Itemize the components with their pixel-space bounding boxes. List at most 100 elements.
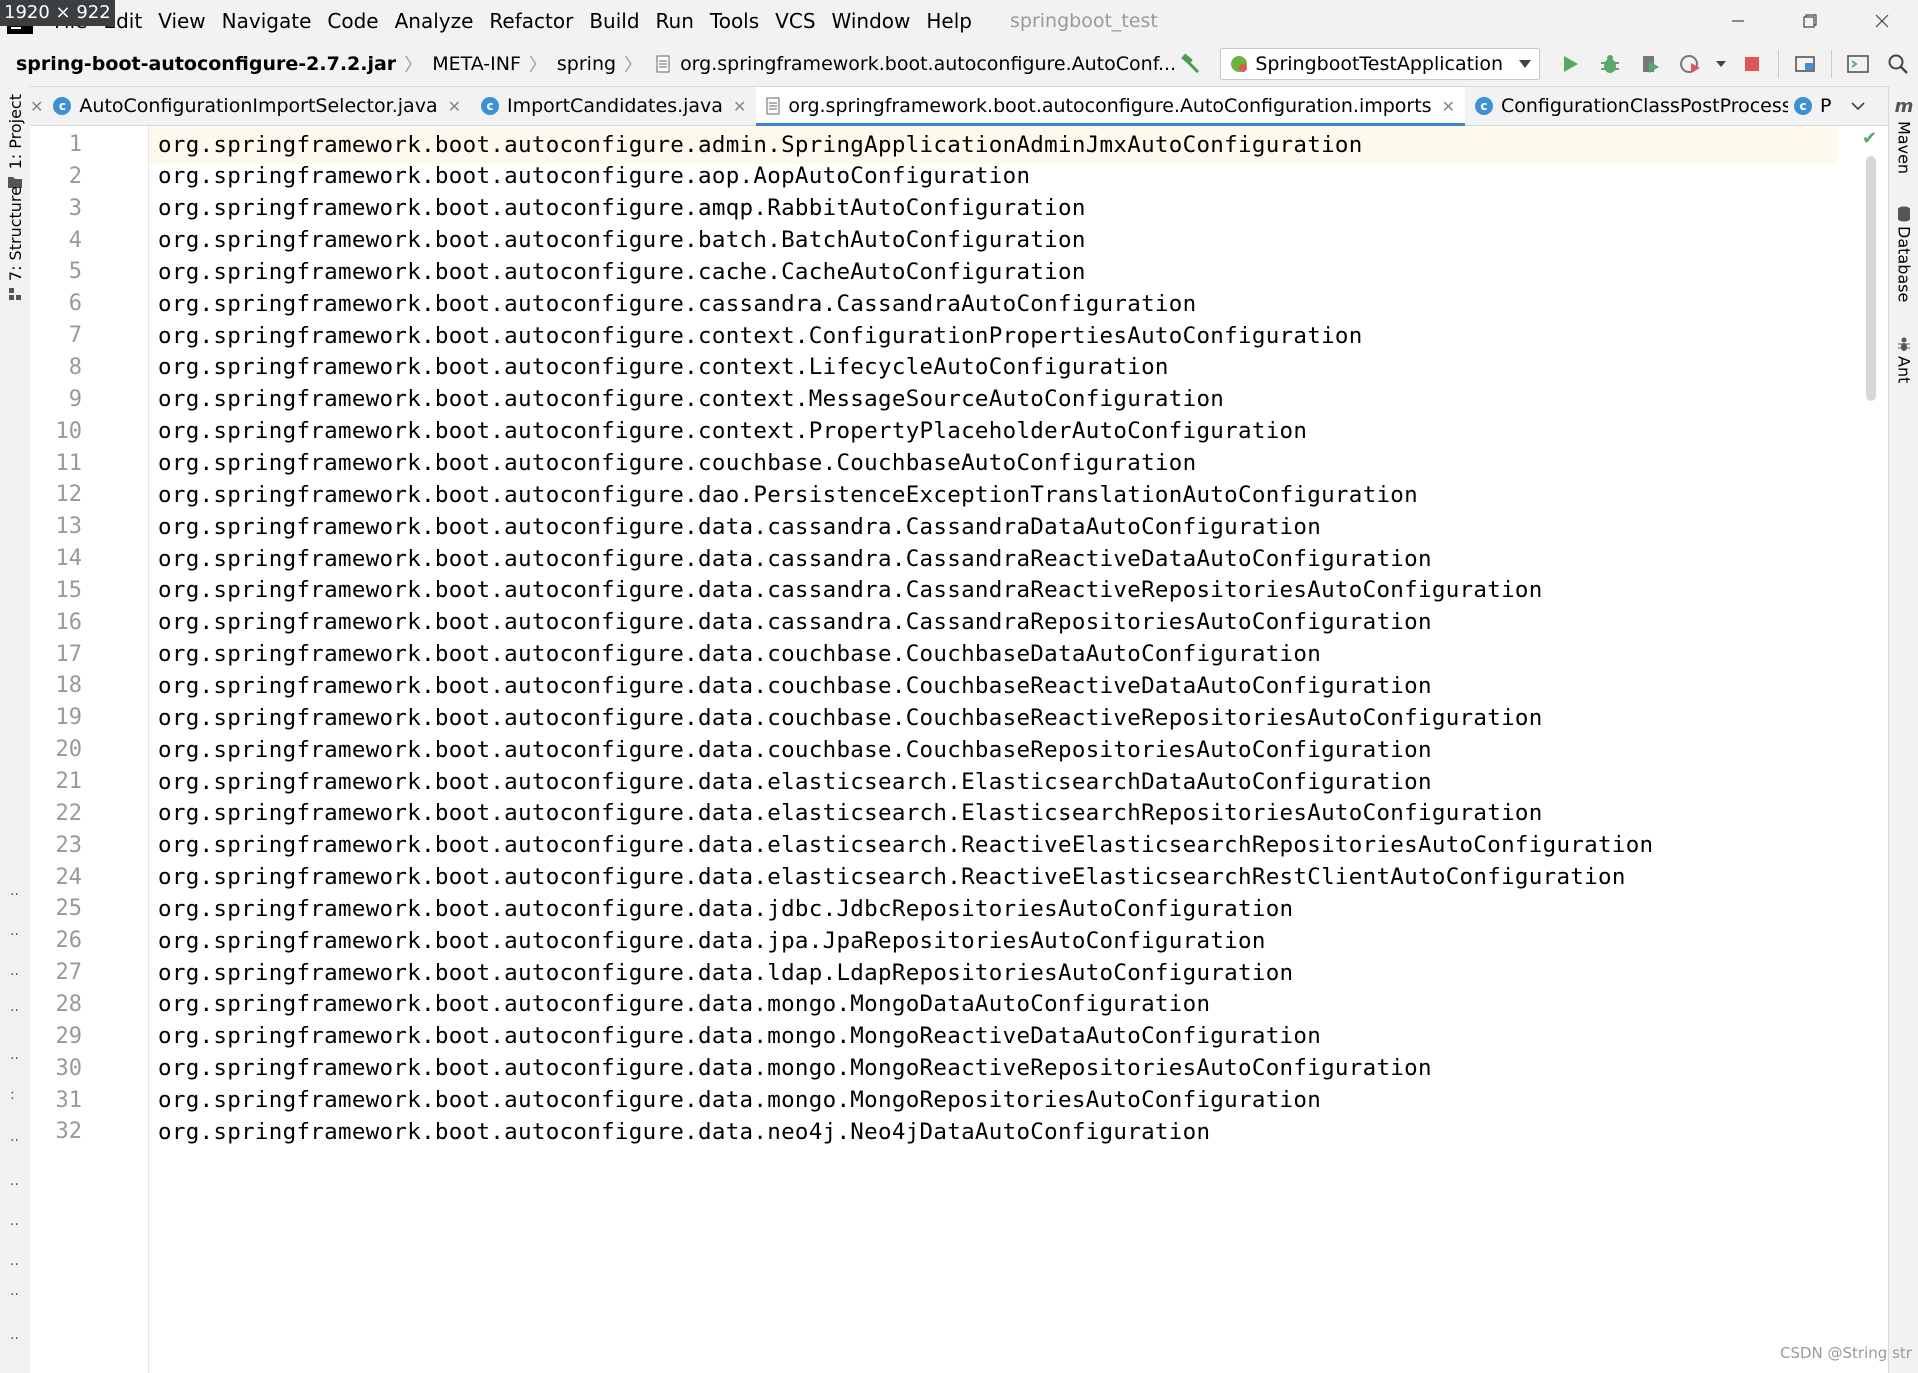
tab-partial[interactable]: c P [1788, 95, 1837, 117]
minimize-button[interactable] [1702, 0, 1774, 42]
tab-close-icon[interactable]: ✕ [733, 97, 746, 116]
tab-autoconfiguration-imports[interactable]: org.springframework.boot.autoconfigure.A… [756, 87, 1465, 126]
code-text[interactable]: org.springframework.boot.autoconfigure.d… [158, 1087, 1321, 1113]
menu-analyze[interactable]: Analyze [387, 9, 482, 33]
code-text[interactable]: org.springframework.boot.autoconfigure.c… [158, 450, 1196, 476]
code-text[interactable]: org.springframework.boot.autoconfigure.a… [158, 163, 1030, 189]
inspection-ok-icon[interactable]: ✔ [1862, 128, 1877, 149]
code-text[interactable]: org.springframework.boot.autoconfigure.d… [158, 1023, 1321, 1049]
code-text[interactable]: org.springframework.boot.autoconfigure.a… [158, 132, 1363, 158]
main-toolbar: SpringbootTestApplication [1170, 42, 1918, 86]
strip-marker: .. [10, 923, 19, 939]
code-text[interactable]: org.springframework.boot.autoconfigure.d… [158, 514, 1321, 540]
ant-tool-tab-label: Ant [1894, 356, 1914, 384]
tab-close-icon[interactable]: ✕ [448, 97, 461, 116]
stop-icon [1745, 57, 1759, 71]
menu-window[interactable]: Window [824, 9, 919, 33]
breadcrumb-separator: 〉 [404, 55, 423, 76]
java-class-icon: c [1794, 97, 1812, 115]
line-number: 30 [55, 1055, 83, 1081]
code-text[interactable]: org.springframework.boot.autoconfigure.a… [158, 195, 1086, 221]
close-all-tabs-icon[interactable]: ✕ [30, 87, 43, 125]
stop-button[interactable] [1735, 47, 1769, 81]
search-everywhere-button[interactable] [1881, 47, 1915, 81]
menu-view[interactable]: View [150, 9, 213, 33]
code-text[interactable]: org.springframework.boot.autoconfigure.d… [158, 896, 1293, 922]
code-text[interactable]: org.springframework.boot.autoconfigure.d… [158, 482, 1418, 508]
code-text[interactable]: org.springframework.boot.autoconfigure.d… [158, 641, 1321, 667]
run-configuration-selector[interactable]: SpringbootTestApplication [1220, 48, 1540, 80]
code-text[interactable]: org.springframework.boot.autoconfigure.d… [158, 800, 1543, 826]
tab-importcandidates[interactable]: c ImportCandidates.java ✕ [471, 87, 756, 125]
menu-run[interactable]: Run [648, 9, 702, 33]
code-line[interactable]: 32 org.springframework.boot.autoconfigure… [30, 1112, 1830, 1151]
code-text[interactable]: org.springframework.boot.autoconfigure.c… [158, 386, 1224, 412]
vertical-scrollbar[interactable] [1866, 156, 1876, 401]
structure-tool-tab[interactable]: 7: Structure [3, 186, 27, 301]
line-number: 19 [55, 705, 83, 731]
breadcrumb-jar[interactable]: spring-boot-autoconfigure-2.7.2.jar [0, 53, 396, 75]
menu-build[interactable]: Build [581, 9, 647, 33]
tab-autoconfigurationimportselector[interactable]: c AutoConfigurationImportSelector.java ✕ [43, 87, 471, 125]
text-file-icon [656, 55, 670, 73]
code-text[interactable]: org.springframework.boot.autoconfigure.d… [158, 705, 1543, 731]
code-text[interactable]: org.springframework.boot.autoconfigure.c… [158, 418, 1307, 444]
profile-button[interactable] [1673, 47, 1707, 81]
breadcrumb-spring[interactable]: spring [547, 53, 616, 75]
code-text[interactable]: org.springframework.boot.autoconfigure.d… [158, 991, 1210, 1017]
code-text[interactable]: org.springframework.boot.autoconfigure.c… [158, 291, 1196, 317]
terminal-button[interactable] [1841, 47, 1875, 81]
code-text[interactable]: org.springframework.boot.autoconfigure.d… [158, 673, 1432, 699]
chevron-down-icon[interactable] [1851, 101, 1866, 111]
code-text[interactable]: org.springframework.boot.autoconfigure.d… [158, 928, 1266, 954]
restore-button[interactable] [1774, 0, 1846, 42]
tab-close-icon[interactable]: ✕ [1442, 97, 1455, 116]
menu-help[interactable]: Help [918, 9, 980, 33]
debug-button[interactable] [1593, 47, 1627, 81]
code-text[interactable]: org.springframework.boot.autoconfigure.c… [158, 323, 1363, 349]
tab-label: P [1820, 95, 1832, 117]
close-window-button[interactable] [1846, 0, 1918, 42]
code-text[interactable]: org.springframework.boot.autoconfigure.d… [158, 864, 1626, 890]
code-text[interactable]: org.springframework.boot.autoconfigure.d… [158, 769, 1432, 795]
project-tool-tab[interactable]: 1: Project [3, 94, 27, 189]
breadcrumb-current-file[interactable]: org.springframework.boot.autoconfigure.A… [670, 53, 1176, 75]
close-icon [1875, 14, 1889, 28]
build-button[interactable] [1173, 47, 1207, 81]
ant-tool-tab[interactable]: Ant [1892, 336, 1916, 383]
menu-navigate[interactable]: Navigate [214, 9, 320, 33]
menu-vcs[interactable]: VCS [767, 9, 823, 33]
line-number: 14 [55, 546, 83, 572]
strip-marker: .. [10, 1327, 19, 1343]
code-text[interactable]: org.springframework.boot.autoconfigure.d… [158, 960, 1293, 986]
code-text[interactable]: org.springframework.boot.autoconfigure.d… [158, 546, 1432, 572]
line-number: 4 [68, 227, 82, 253]
more-run-options-button[interactable] [1713, 47, 1729, 81]
line-number: 8 [68, 354, 82, 380]
run-button[interactable] [1553, 47, 1587, 81]
menu-code[interactable]: Code [319, 9, 386, 33]
code-text[interactable]: org.springframework.boot.autoconfigure.d… [158, 1055, 1432, 1081]
line-number: 17 [55, 641, 83, 667]
code-text[interactable]: org.springframework.boot.autoconfigure.d… [158, 737, 1432, 763]
code-text[interactable]: org.springframework.boot.autoconfigure.d… [158, 1119, 1210, 1145]
menu-refactor[interactable]: Refactor [481, 9, 581, 33]
code-text[interactable]: org.springframework.boot.autoconfigure.d… [158, 832, 1653, 858]
run-with-coverage-button[interactable] [1633, 47, 1667, 81]
code-text[interactable]: org.springframework.boot.autoconfigure.c… [158, 354, 1169, 380]
code-editor[interactable]: 1 org.springframework.boot.autoconfigure.… [30, 126, 1888, 1373]
menu-tools[interactable]: Tools [702, 9, 767, 33]
java-class-icon: c [1474, 97, 1493, 115]
code-text[interactable]: org.springframework.boot.autoconfigure.d… [158, 577, 1543, 603]
terminal-icon [1847, 55, 1869, 73]
code-text[interactable]: org.springframework.boot.autoconfigure.c… [158, 259, 1086, 285]
line-number: 18 [55, 673, 83, 699]
database-tool-tab[interactable]: Database [1892, 206, 1916, 302]
code-text[interactable]: org.springframework.boot.autoconfigure.b… [158, 227, 1086, 253]
project-tool-tab-label: 1: Project [5, 94, 25, 170]
line-number: 1 [68, 132, 82, 157]
maven-tool-tab[interactable]: m Maven [1892, 96, 1916, 174]
code-text[interactable]: org.springframework.boot.autoconfigure.d… [158, 609, 1432, 635]
breadcrumb-meta-inf[interactable]: META-INF [422, 53, 521, 75]
project-structure-button[interactable] [1788, 47, 1822, 81]
